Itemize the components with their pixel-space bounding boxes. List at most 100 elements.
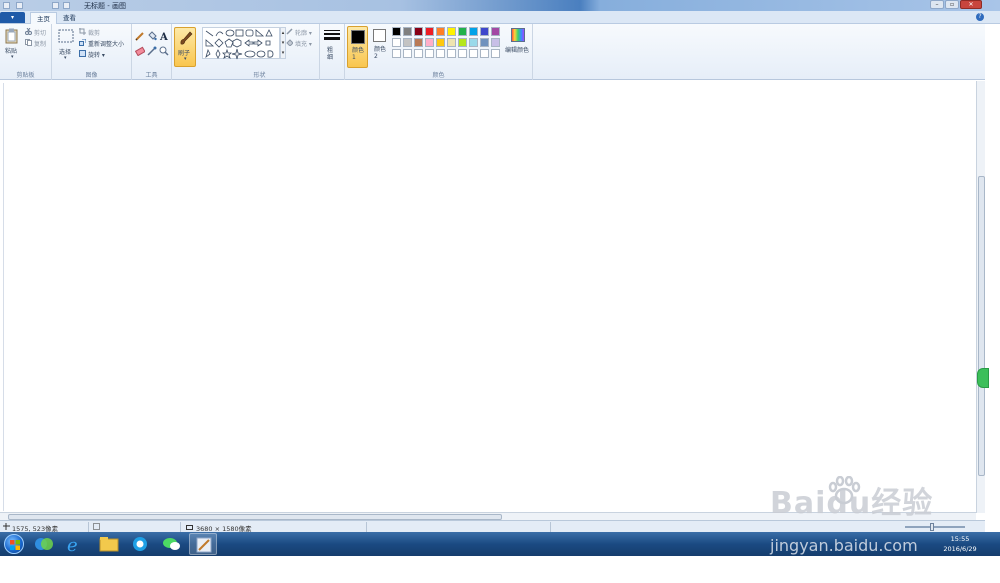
taskbar-explorer[interactable]	[95, 533, 123, 555]
palette-swatch-empty[interactable]	[447, 49, 456, 58]
help-icon[interactable]: ?	[976, 13, 984, 21]
palette-swatch[interactable]	[491, 27, 500, 36]
shapes-gallery[interactable]	[202, 27, 280, 60]
selection-size-icon	[93, 523, 100, 530]
taskbar-chat[interactable]	[158, 533, 186, 555]
zoom-thumb[interactable]	[930, 523, 934, 531]
palette-swatch[interactable]	[414, 27, 423, 36]
palette-swatch[interactable]	[469, 27, 478, 36]
color-picker-icon[interactable]	[147, 46, 157, 56]
cut-button[interactable]: 剪切	[25, 27, 50, 37]
palette-swatch-empty[interactable]	[436, 49, 445, 58]
clipboard-group-label: 剪贴板	[16, 72, 35, 79]
resize-button[interactable]: 重新调整大小	[79, 38, 131, 48]
paint-icon	[196, 537, 212, 553]
fill-bucket-icon[interactable]	[147, 31, 157, 41]
tools-group-label: 工具	[145, 72, 158, 79]
side-float-button[interactable]	[977, 368, 989, 388]
shapes-gallery-icons	[205, 29, 274, 60]
pencil-icon[interactable]	[135, 31, 145, 41]
undo-icon[interactable]	[52, 2, 59, 9]
copy-icon	[25, 39, 32, 46]
taskbar-paint[interactable]	[189, 533, 217, 555]
edit-colors-button[interactable]: 编辑颜色	[505, 27, 531, 61]
image-group-label: 图像	[85, 72, 98, 79]
rotate-icon	[79, 50, 86, 57]
size-label: 粗细	[327, 47, 334, 61]
color2-label: 颜色 2	[374, 46, 387, 60]
outline-button[interactable]: 轮廓 ▾	[286, 27, 318, 37]
palette-swatch-empty[interactable]	[425, 49, 434, 58]
magnifier-icon[interactable]	[159, 46, 169, 56]
clipboard-icon	[5, 28, 18, 44]
palette-swatch[interactable]	[436, 27, 445, 36]
color1-button[interactable]: 颜色 1	[347, 26, 368, 68]
palette-swatch[interactable]	[403, 38, 412, 47]
rotate-button[interactable]: 旋转 ▾	[79, 49, 119, 59]
save-icon[interactable]	[16, 2, 23, 9]
size-button[interactable]: 粗细	[322, 27, 342, 65]
svg-text:A: A	[159, 32, 168, 41]
palette-swatch-empty[interactable]	[480, 49, 489, 58]
folder-icon	[99, 537, 119, 552]
select-button[interactable]: 选择 ▾	[56, 27, 76, 63]
palette-swatch[interactable]	[392, 38, 401, 47]
text-icon[interactable]: A	[159, 31, 169, 41]
palette-swatch[interactable]	[447, 27, 456, 36]
color2-button[interactable]: 颜色 2	[370, 26, 390, 68]
crop-label: 裁剪	[88, 30, 101, 37]
palette-swatch-empty[interactable]	[392, 49, 401, 58]
clipboard-group: 粘贴 ▾ 剪切 复制 剪贴板	[0, 24, 52, 80]
brushes-button[interactable]: 刷子 ▾	[174, 27, 196, 67]
paint-menu-button[interactable]: ▾	[0, 12, 25, 23]
redo-icon[interactable]	[63, 2, 70, 9]
outline-icon	[286, 28, 293, 35]
fill-button[interactable]: 填充 ▾	[286, 38, 318, 48]
vertical-scroll-thumb[interactable]	[978, 176, 985, 476]
taskbar-browser[interactable]	[126, 533, 154, 555]
palette-swatch[interactable]	[425, 38, 434, 47]
palette-swatch[interactable]	[469, 38, 478, 47]
taskbar-ie[interactable]: e	[60, 533, 88, 556]
tab-view[interactable]: 查看	[57, 12, 82, 24]
window-title: 无标题 - 画图	[84, 2, 126, 10]
palette-swatch-empty[interactable]	[414, 49, 423, 58]
paint-app-icon[interactable]	[3, 2, 10, 9]
palette-swatch-empty[interactable]	[491, 49, 500, 58]
clock-time: 15:55	[950, 535, 970, 543]
close-button[interactable]: ✕	[960, 0, 982, 9]
palette-swatch-empty[interactable]	[403, 49, 412, 58]
vertical-scrollbar[interactable]	[976, 81, 985, 513]
palette-swatch[interactable]	[447, 38, 456, 47]
system-clock[interactable]: 15:55 2016/6/29	[940, 534, 980, 554]
palette-swatch[interactable]	[480, 38, 489, 47]
palette-swatch[interactable]	[425, 27, 434, 36]
drawing-canvas[interactable]	[3, 83, 976, 511]
chat-icon	[163, 538, 180, 550]
palette-swatch-empty[interactable]	[469, 49, 478, 58]
taskbar-app-1[interactable]	[30, 533, 58, 555]
palette-swatch[interactable]	[458, 27, 467, 36]
paste-button[interactable]: 粘贴 ▾	[3, 27, 21, 61]
palette-swatch-empty[interactable]	[458, 49, 467, 58]
crop-icon	[79, 28, 86, 35]
zoom-slider[interactable]	[905, 526, 965, 528]
start-button[interactable]	[4, 534, 24, 554]
minimize-button[interactable]: –	[930, 0, 944, 9]
palette-swatch[interactable]	[392, 27, 401, 36]
palette-swatch[interactable]	[414, 38, 423, 47]
palette-swatch[interactable]	[458, 38, 467, 47]
copy-button[interactable]: 复制	[25, 38, 50, 48]
palette-swatch[interactable]	[403, 27, 412, 36]
rotate-label: 旋转 ▾	[88, 52, 105, 59]
cursor-position-icon	[3, 523, 10, 530]
crop-button[interactable]: 裁剪	[79, 27, 129, 37]
eraser-icon[interactable]	[135, 46, 145, 56]
copy-label: 复制	[34, 41, 47, 48]
palette-swatch[interactable]	[480, 27, 489, 36]
restore-button[interactable]: ▫	[945, 0, 959, 9]
palette-swatch[interactable]	[436, 38, 445, 47]
palette-swatch[interactable]	[491, 38, 500, 47]
cut-label: 剪切	[34, 30, 47, 37]
tab-home[interactable]: 主页	[30, 12, 57, 24]
